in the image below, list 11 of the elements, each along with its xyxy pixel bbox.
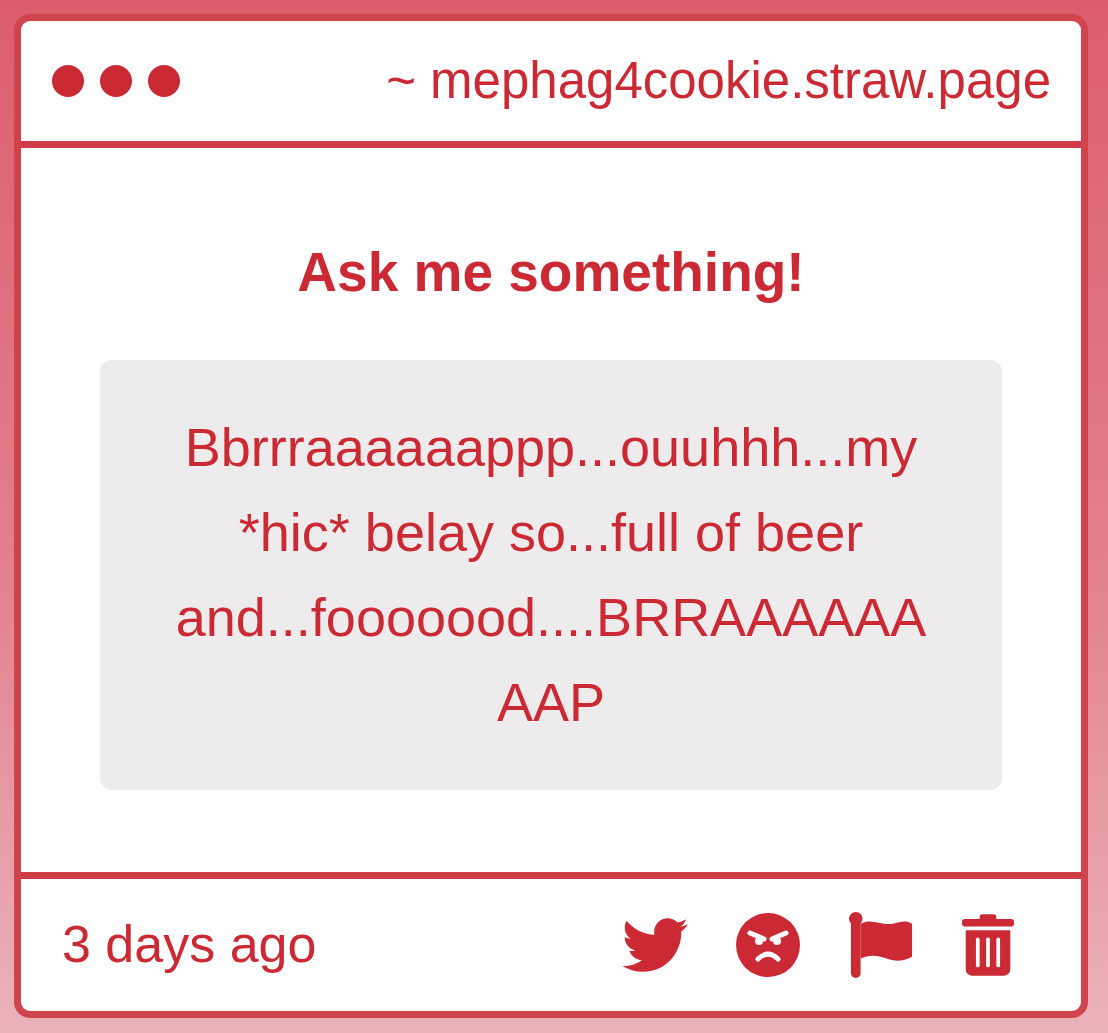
timestamp: 3 days ago [62,915,317,975]
angry-face-icon[interactable] [736,913,800,977]
prompt-title: Ask me something! [297,240,805,305]
bird-icon[interactable] [622,918,688,972]
site-address: ~ mephag4cookie.straw.page [386,51,1051,111]
dot-icon [148,65,180,97]
dot-icon [52,65,84,97]
dot-icon [100,65,132,97]
question-text: Bbrrraaaaaappp...ouuhhh...my *hic* belay so...full of beer and...fooooood....BRRAAAAAAAAP [174,416,928,734]
flag-icon[interactable] [848,912,914,978]
trash-icon[interactable] [962,914,1014,976]
